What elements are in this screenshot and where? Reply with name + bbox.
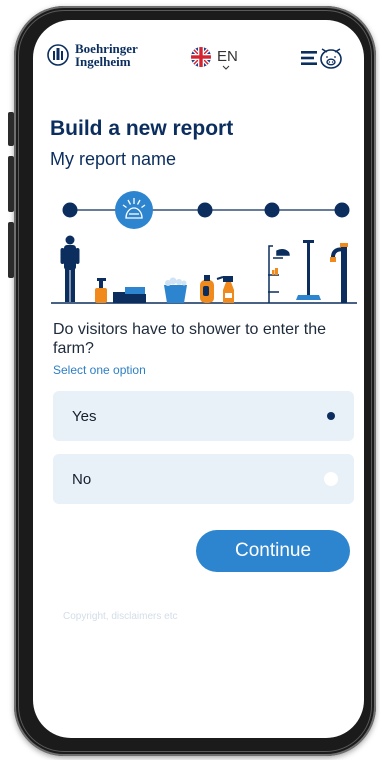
question-text: Do visitors have to shower to enter the … — [53, 321, 327, 357]
phone-side-button — [8, 112, 14, 146]
step-dot[interactable] — [197, 202, 213, 218]
phone-side-button — [8, 222, 14, 278]
language-label: EN — [217, 48, 238, 65]
detergent-bottle-icon — [200, 275, 214, 303]
app-screen: Boehringer Ingelheim EN Build a new repo… — [33, 20, 364, 738]
spray-bottle-icon — [216, 276, 234, 303]
boehringer-logo-icon — [47, 44, 69, 66]
farmer-figure — [60, 235, 80, 302]
soap-bars-icon — [113, 287, 146, 303]
step-dot[interactable] — [62, 202, 78, 218]
bucket-icon — [164, 277, 187, 303]
radio-unselected-icon[interactable] — [324, 472, 338, 486]
option-label: No — [72, 470, 92, 488]
step-dot[interactable] — [264, 202, 280, 218]
option-no[interactable]: No — [53, 454, 354, 504]
option-label: Yes — [72, 407, 97, 425]
uk-flag-icon — [191, 47, 211, 67]
continue-button[interactable]: Continue — [196, 530, 350, 572]
page-title: Build a new report — [50, 117, 234, 140]
step-current[interactable] — [115, 191, 153, 229]
hygiene-illustration — [51, 235, 357, 304]
language-selector[interactable]: EN — [191, 47, 238, 70]
soap-bottle-icon — [95, 278, 107, 303]
pig-profile-icon[interactable] — [318, 46, 344, 70]
shower-rack-icon — [268, 245, 290, 303]
app-header: Boehringer Ingelheim EN — [33, 20, 364, 100]
chevron-down-icon — [222, 65, 230, 70]
footer-disclaimer[interactable]: Copyright, disclaimers etc — [63, 611, 177, 622]
report-name: My report name — [50, 149, 177, 169]
phone-side-button — [8, 156, 14, 212]
step-dot[interactable] — [334, 202, 350, 218]
question-hint: Select one option — [53, 363, 146, 377]
faucet-icon — [330, 243, 348, 303]
brand-logo[interactable]: Boehringer Ingelheim — [47, 42, 138, 68]
progress-stepper — [62, 191, 350, 229]
hamburger-menu-icon[interactable] — [301, 51, 317, 65]
radio-selected-icon[interactable] — [327, 412, 335, 420]
brand-name-line2: Ingelheim — [75, 54, 131, 69]
mop-icon — [296, 240, 321, 300]
option-yes[interactable]: Yes — [53, 391, 354, 441]
